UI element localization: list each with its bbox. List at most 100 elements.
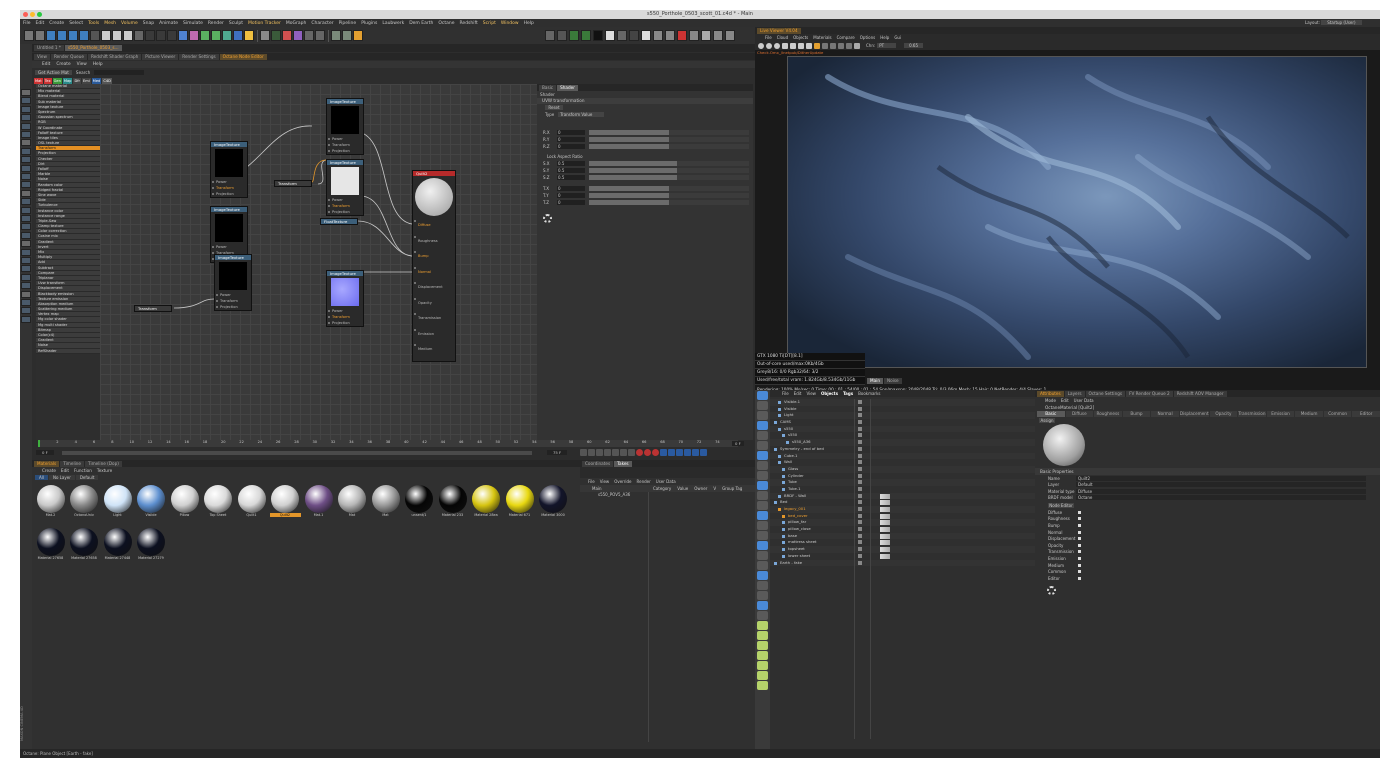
viewport-tool-icon[interactable]	[617, 30, 627, 41]
node-editor-button[interactable]: Node Editor	[1048, 503, 1074, 508]
material-tag-icon[interactable]	[880, 520, 890, 526]
material-swatch[interactable]: OctanoUniv	[69, 485, 100, 523]
vector-input[interactable]: 0.5	[557, 161, 585, 166]
material-input-port[interactable]: Diffuse	[413, 218, 455, 234]
coord-tab[interactable]: Takes	[614, 460, 632, 467]
attr-tab[interactable]: Basic	[539, 84, 557, 91]
channel-toggle-row[interactable]: Emission	[1035, 555, 1380, 562]
material-swatch[interactable]: Material 27658	[35, 528, 66, 566]
channel-tab[interactable]: Diffuse	[1065, 411, 1094, 417]
vector-input[interactable]: 0	[557, 193, 585, 198]
material-tag-icon[interactable]	[880, 527, 890, 533]
value-slider[interactable]	[589, 193, 749, 198]
menu-sculpt[interactable]: Sculpt	[229, 21, 243, 26]
first-icon[interactable]	[580, 449, 587, 456]
attribute-tab[interactable]: Octane Settings	[1085, 390, 1126, 397]
viewport-tool-icon[interactable]	[593, 30, 603, 41]
playhead[interactable]	[38, 440, 40, 447]
mode-icon[interactable]	[21, 89, 31, 96]
node-list-item[interactable]: RefShader	[36, 348, 100, 354]
pla-icon[interactable]	[692, 449, 699, 456]
material-tag-icon[interactable]	[880, 507, 890, 512]
object-row[interactable]: Bed	[770, 499, 1035, 506]
material-input-port[interactable]: Displacement	[413, 280, 455, 296]
value-slider[interactable]	[589, 130, 749, 135]
lv-tool-icon[interactable]	[774, 42, 780, 49]
menu-laubwerk[interactable]: Laubwerk	[382, 21, 404, 26]
mode-icon[interactable]	[21, 131, 31, 138]
material-menu-texture[interactable]: Texture	[97, 468, 112, 473]
viewport-tool-icon[interactable]	[665, 30, 675, 41]
material-swatch[interactable]: Top Sheet	[203, 485, 234, 523]
visibility-dots[interactable]	[858, 560, 862, 565]
object-row[interactable]: Visible	[770, 405, 1035, 413]
material-filter[interactable]: No Layer	[48, 475, 75, 480]
object-tool-icon[interactable]	[757, 551, 768, 560]
prev-icon[interactable]	[596, 449, 603, 456]
material-swatch[interactable]: Mat	[370, 485, 401, 523]
ne-menu-create[interactable]: Create	[56, 62, 70, 67]
object-menu-item[interactable]: Edit	[794, 391, 802, 396]
object-tool-icon[interactable]	[757, 461, 768, 470]
visibility-dots[interactable]	[858, 420, 862, 425]
menu-snap[interactable]: Snap	[143, 21, 154, 26]
channel-checkbox[interactable]	[1078, 523, 1081, 527]
channel-tab[interactable]: Displacement	[1179, 411, 1209, 417]
object-row[interactable]: Tube	[770, 479, 1035, 486]
mode-icon[interactable]	[21, 97, 31, 105]
menu-render[interactable]: Render	[208, 21, 224, 26]
lv-tool-icon[interactable]	[822, 42, 828, 49]
property-value[interactable]: Octane	[1076, 495, 1366, 501]
visibility-dots[interactable]	[858, 540, 862, 545]
material-input-port[interactable]: Normal	[413, 265, 455, 281]
material-tag-icon[interactable]	[880, 547, 890, 553]
sculpt-icon[interactable]	[282, 30, 292, 41]
hair-icon[interactable]	[331, 30, 341, 41]
material-swatch[interactable]: Pillow	[169, 485, 200, 523]
visibility-dots[interactable]	[858, 413, 862, 418]
lv-tool-icon[interactable]	[798, 42, 804, 49]
image-texture-node[interactable]: ImageTexturePowerTransformProjection	[326, 98, 364, 155]
object-tool-icon[interactable]	[757, 651, 768, 660]
object-tool-icon[interactable]	[757, 611, 768, 620]
object-row[interactable]: Cube.1	[770, 452, 1035, 460]
material-input-port[interactable]: Opacity	[413, 296, 455, 312]
auto-key-icon[interactable]	[644, 449, 651, 456]
channel-checkbox[interactable]	[1078, 556, 1081, 560]
material-tag-icon[interactable]	[880, 540, 890, 546]
zoom-window-button[interactable]	[37, 12, 42, 17]
menu-animate[interactable]: Animate	[159, 21, 178, 26]
object-tool-icon[interactable]	[757, 561, 768, 570]
object-tool-icon[interactable]	[757, 491, 768, 500]
render-region-icon[interactable]	[260, 30, 270, 41]
node-port[interactable]: Projection	[215, 304, 251, 310]
channel-checkbox[interactable]	[1078, 537, 1081, 541]
vector-input[interactable]: 0	[557, 130, 585, 135]
object-menu-item[interactable]: Tags	[843, 391, 853, 396]
tag-icon[interactable]	[304, 30, 314, 41]
material-swatch[interactable]: Material 27658	[69, 528, 100, 566]
object-tool-icon[interactable]	[757, 681, 768, 690]
channel-toggle-row[interactable]: Editor	[1035, 575, 1380, 582]
material-swatch[interactable]: Material 28ea	[471, 485, 502, 523]
visibility-dots[interactable]	[858, 433, 862, 438]
menu-pipeline[interactable]: Pipeline	[339, 21, 357, 26]
object-row[interactable]: Wall	[770, 459, 1035, 466]
object-row[interactable]: topsheet	[770, 546, 1035, 553]
menu-plugins[interactable]: Plugins	[361, 21, 377, 26]
render-view-icon[interactable]	[145, 30, 155, 41]
cube-icon[interactable]	[178, 30, 188, 41]
object-menu-item[interactable]: Bookmarks	[858, 391, 880, 396]
object-menu-item[interactable]: Objects	[821, 391, 838, 396]
render-pass-tab[interactable]: Main	[867, 378, 883, 384]
material-tab[interactable]: Timeline	[60, 460, 85, 467]
float-texture-node[interactable]: FloatTexture	[320, 218, 358, 225]
coord-sys-icon[interactable]	[134, 30, 144, 41]
object-tool-icon[interactable]	[757, 641, 768, 650]
channel-checkbox[interactable]	[1078, 517, 1081, 521]
mode-icon[interactable]	[21, 240, 31, 248]
lv-menu-item[interactable]: Materials	[813, 35, 831, 40]
channel-checkbox[interactable]	[1078, 576, 1081, 580]
octane-icon[interactable]	[271, 30, 281, 41]
object-tool-icon[interactable]	[757, 541, 768, 550]
